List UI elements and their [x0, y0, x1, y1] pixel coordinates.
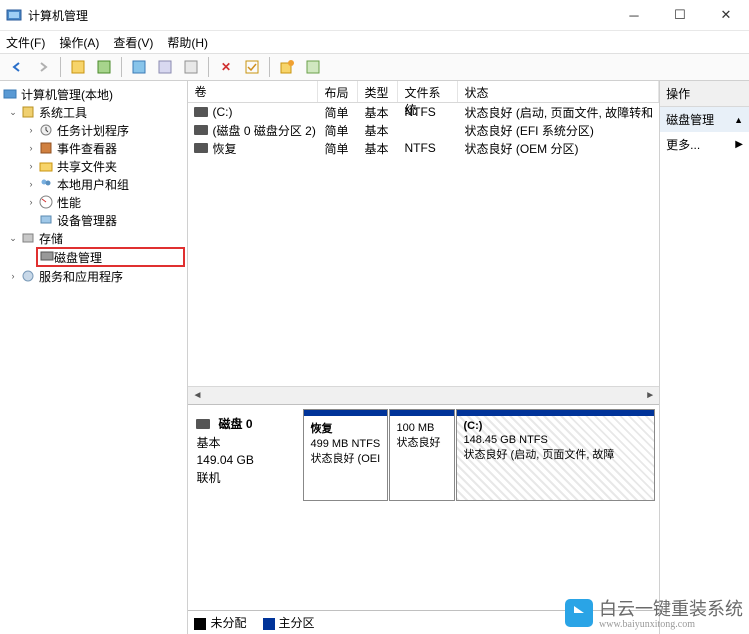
- tree-eventvwr[interactable]: › 事件查看器: [2, 139, 185, 157]
- actions-pane: 操作 磁盘管理 ▲ 更多... ▶: [660, 81, 749, 634]
- menu-bar: 文件(F) 操作(A) 查看(V) 帮助(H): [0, 31, 749, 53]
- clock-icon: [38, 122, 54, 138]
- expand-icon[interactable]: ›: [24, 161, 38, 171]
- watermark: 白云一键重装系统 www.baiyunxitong.com: [565, 595, 743, 630]
- table-row[interactable]: (C:)简单基本NTFS状态良好 (启动, 页面文件, 故障转和: [188, 103, 659, 121]
- refresh-icon[interactable]: [128, 56, 150, 78]
- new-icon[interactable]: [276, 56, 298, 78]
- tree-diskmgmt[interactable]: 磁盘管理: [36, 247, 185, 267]
- horizontal-scrollbar[interactable]: ◄ ►: [188, 386, 659, 404]
- check-icon[interactable]: [241, 56, 263, 78]
- window-title: 计算机管理: [28, 7, 611, 24]
- users-icon: [38, 176, 54, 192]
- expand-icon[interactable]: ›: [24, 143, 38, 153]
- scroll-right-icon[interactable]: ►: [641, 390, 659, 401]
- expand-icon[interactable]: ›: [24, 179, 38, 189]
- maximize-button[interactable]: ☐: [657, 0, 703, 30]
- nav-tree[interactable]: 计算机管理(本地) ⌄ 系统工具 › 任务计划程序 › 事件查看器 › 共享文件…: [0, 81, 188, 634]
- title-bar: 计算机管理 ─ ☐ ✕: [0, 0, 749, 31]
- tree-sharedfolders[interactable]: › 共享文件夹: [2, 157, 185, 175]
- menu-help[interactable]: 帮助(H): [167, 34, 208, 51]
- collapse-icon[interactable]: ⌄: [6, 233, 20, 244]
- legend-unalloc-swatch: [194, 618, 206, 630]
- actions-diskmgmt[interactable]: 磁盘管理 ▲: [660, 107, 749, 132]
- watermark-logo-icon: [565, 599, 593, 627]
- storage-icon: [20, 230, 36, 246]
- tree-storage[interactable]: ⌄ 存储: [2, 229, 185, 247]
- folder-share-icon: [38, 158, 54, 174]
- delete-icon[interactable]: ✕: [215, 56, 237, 78]
- tools-icon: [20, 104, 36, 120]
- tree-systools[interactable]: ⌄ 系统工具: [2, 103, 185, 121]
- perf-icon: [38, 194, 54, 210]
- expand-icon[interactable]: ›: [6, 271, 20, 281]
- expand-icon[interactable]: ›: [24, 125, 38, 135]
- app-icon: [6, 7, 22, 23]
- views-icon[interactable]: [67, 56, 89, 78]
- legend-primary-swatch: [263, 618, 275, 630]
- list-icon[interactable]: [93, 56, 115, 78]
- services-icon: [20, 268, 36, 284]
- table-row[interactable]: (磁盘 0 磁盘分区 2)简单基本状态良好 (EFI 系统分区): [188, 121, 659, 139]
- partition-recovery[interactable]: 恢复 499 MB NTFS 状态良好 (OEI: [303, 409, 388, 501]
- settings-icon[interactable]: [302, 56, 324, 78]
- expand-icon[interactable]: ›: [24, 197, 38, 207]
- back-button[interactable]: [6, 56, 28, 78]
- book-icon: [38, 140, 54, 156]
- volume-table[interactable]: 卷 布局 类型 文件系统 状态 (C:)简单基本NTFS状态良好 (启动, 页面…: [188, 81, 659, 386]
- device-icon: [38, 212, 54, 228]
- close-button[interactable]: ✕: [703, 0, 749, 30]
- content-pane: 卷 布局 类型 文件系统 状态 (C:)简单基本NTFS状态良好 (启动, 页面…: [188, 81, 660, 634]
- disk-icon: [40, 250, 54, 265]
- tree-services[interactable]: › 服务和应用程序: [2, 267, 185, 285]
- toolbar: ✕: [0, 53, 749, 81]
- col-layout[interactable]: 布局: [318, 81, 358, 102]
- collapse-icon: ▲: [734, 115, 743, 125]
- col-status[interactable]: 状态: [458, 81, 659, 102]
- col-volume[interactable]: 卷: [188, 81, 318, 102]
- tree-performance[interactable]: › 性能: [2, 193, 185, 211]
- tree-localusers[interactable]: › 本地用户和组: [2, 175, 185, 193]
- disk-info[interactable]: 磁盘 0 基本 149.04 GB 联机: [192, 409, 302, 501]
- table-header: 卷 布局 类型 文件系统 状态: [188, 81, 659, 103]
- col-type[interactable]: 类型: [358, 81, 398, 102]
- volume-icon: [194, 143, 208, 153]
- tree-devmgr[interactable]: 设备管理器: [2, 211, 185, 229]
- tree-tasksched[interactable]: › 任务计划程序: [2, 121, 185, 139]
- collapse-icon[interactable]: ⌄: [6, 107, 20, 118]
- menu-file[interactable]: 文件(F): [6, 34, 45, 51]
- actions-header: 操作: [660, 81, 749, 107]
- partition-c[interactable]: (C:) 148.45 GB NTFS 状态良好 (启动, 页面文件, 故障: [456, 409, 655, 501]
- volume-icon: [194, 107, 208, 117]
- actions-more[interactable]: 更多... ▶: [660, 132, 749, 157]
- computer-icon: [2, 86, 18, 102]
- table-row[interactable]: 恢复简单基本NTFS状态良好 (OEM 分区): [188, 139, 659, 157]
- forward-button[interactable]: [32, 56, 54, 78]
- help-icon[interactable]: [180, 56, 202, 78]
- disk-drive-icon: [196, 419, 210, 429]
- minimize-button[interactable]: ─: [611, 0, 657, 30]
- properties-icon[interactable]: [154, 56, 176, 78]
- col-filesystem[interactable]: 文件系统: [398, 81, 458, 102]
- menu-view[interactable]: 查看(V): [113, 34, 153, 51]
- menu-action[interactable]: 操作(A): [59, 34, 99, 51]
- volume-icon: [194, 125, 208, 135]
- tree-root[interactable]: 计算机管理(本地): [2, 85, 185, 103]
- partition-efi[interactable]: 100 MB 状态良好: [389, 409, 455, 501]
- scroll-left-icon[interactable]: ◄: [188, 390, 206, 401]
- chevron-right-icon: ▶: [735, 139, 743, 150]
